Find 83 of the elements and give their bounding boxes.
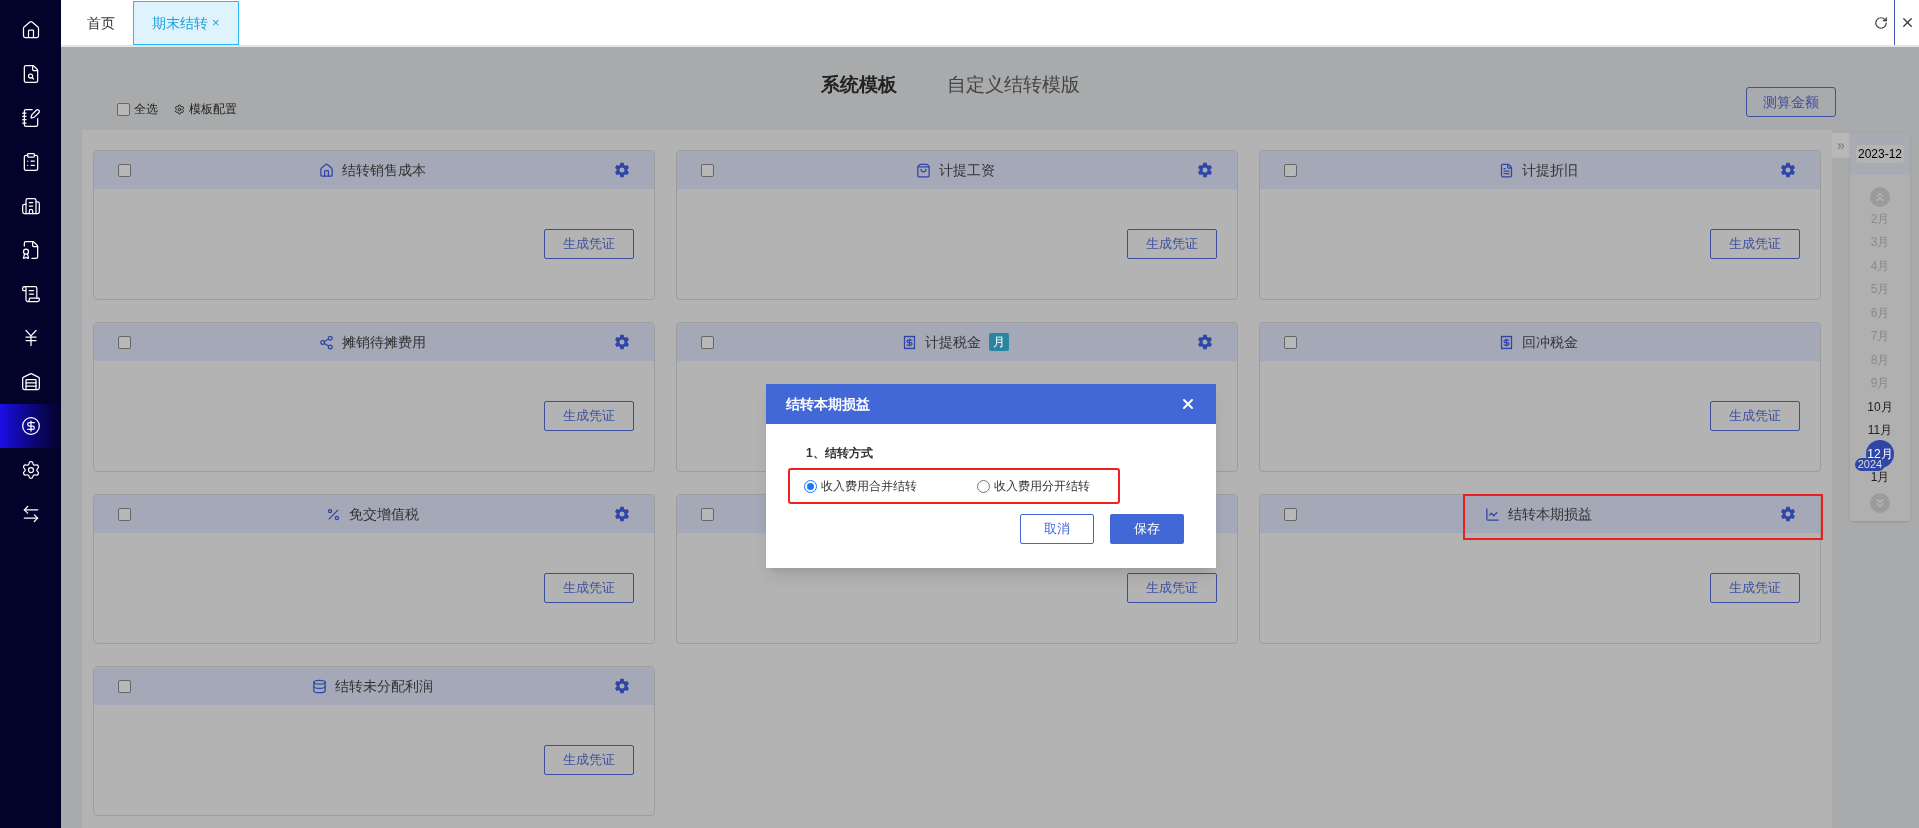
checkbox[interactable] <box>701 335 714 349</box>
coin-stack-icon <box>312 678 327 694</box>
checkbox[interactable] <box>118 507 131 521</box>
save-button[interactable]: 保存 <box>1110 514 1184 544</box>
house-icon <box>319 162 334 178</box>
checkbox[interactable] <box>1284 163 1297 177</box>
settings-icon[interactable] <box>614 162 630 178</box>
card-title: 摊销待摊费用 <box>342 332 426 352</box>
card-title: 结转本期损益 <box>1508 504 1592 524</box>
month-item[interactable]: 10月 <box>1867 397 1893 416</box>
settings-icon[interactable] <box>1780 506 1796 522</box>
generate-voucher-button[interactable]: 生成凭证 <box>544 745 634 775</box>
refresh-icon <box>1874 15 1888 30</box>
radio-option[interactable]: 收入费用分开结转 <box>977 477 1090 495</box>
settings-icon[interactable] <box>614 334 630 350</box>
card-title: 计提折旧 <box>1522 160 1578 180</box>
settings-icon <box>174 103 185 115</box>
month-tag: 月 <box>989 333 1009 351</box>
card-title: 结转销售成本 <box>342 160 426 180</box>
card-title: 结转未分配利润 <box>335 676 433 696</box>
select-all-label: 全选 <box>134 101 158 118</box>
checkbox[interactable] <box>701 163 714 177</box>
generate-voucher-button[interactable]: 生成凭证 <box>544 401 634 431</box>
card-title: 计提税金 <box>925 332 981 352</box>
checkbox[interactable] <box>701 507 714 521</box>
generate-voucher-button[interactable]: 生成凭证 <box>1710 401 1800 431</box>
checkbox[interactable] <box>1284 507 1297 521</box>
document-icon <box>20 284 41 304</box>
page-tab[interactable]: 期末结转 × <box>133 1 239 45</box>
radio-label: 收入费用合并结转 <box>821 478 917 495</box>
month-item[interactable]: 1月 <box>1870 468 1890 487</box>
current-period: 2023-12 <box>1855 145 1904 163</box>
notebook-icon <box>20 108 41 128</box>
share-icon <box>319 334 334 350</box>
building-icon <box>20 196 41 216</box>
generate-voucher-button[interactable]: 生成凭证 <box>544 229 634 259</box>
receipt-icon <box>1499 334 1514 350</box>
cancel-button[interactable]: 取消 <box>1020 514 1094 544</box>
generate-voucher-button[interactable]: 生成凭证 <box>1127 573 1217 603</box>
tab-close[interactable]: × <box>212 13 220 33</box>
generate-voucher-button[interactable]: 生成凭证 <box>1710 229 1800 259</box>
tab-label: 首页 <box>87 13 115 33</box>
radio-option[interactable]: 收入费用合并结转 <box>804 477 917 495</box>
page-tab[interactable]: 首页 <box>69 1 133 45</box>
radio-label: 收入费用分开结转 <box>994 478 1090 495</box>
chart-icon <box>1485 506 1500 522</box>
settings-icon <box>20 460 41 480</box>
section-label: 1、结转方式 <box>806 445 874 462</box>
card-title: 回冲税金 <box>1522 332 1578 352</box>
percent-icon <box>326 506 341 522</box>
checkbox[interactable] <box>118 163 131 177</box>
sidebar-item[interactable] <box>0 404 61 448</box>
home-icon <box>20 20 41 40</box>
template-tab[interactable]: 自定义结转模版 <box>947 71 1080 100</box>
calculate-button[interactable]: 测算金额 <box>1746 87 1836 117</box>
settings-icon[interactable] <box>614 678 630 694</box>
chevron-down-icon <box>1873 496 1887 510</box>
card-title: 免交增值税 <box>349 504 419 524</box>
generate-voucher-button[interactable]: 生成凭证 <box>1127 229 1217 259</box>
receipt-icon <box>902 334 917 350</box>
settings-icon[interactable] <box>1780 162 1796 178</box>
checkbox[interactable] <box>118 679 131 693</box>
dialog-title: 结转本期损益 <box>786 394 870 414</box>
settings-icon[interactable] <box>1197 334 1213 350</box>
settings-icon[interactable] <box>1197 162 1213 178</box>
warehouse-icon <box>20 372 41 392</box>
generate-voucher-button[interactable]: 生成凭证 <box>544 573 634 603</box>
tab-label: 期末结转 <box>152 13 208 33</box>
checkbox[interactable] <box>1284 335 1297 349</box>
card-title: 计提工资 <box>939 160 995 180</box>
month-item[interactable]: 11月 <box>1867 421 1893 440</box>
template-tab[interactable]: 系统模板 <box>821 71 897 100</box>
checkbox[interactable] <box>118 335 131 349</box>
close-icon[interactable] <box>1180 396 1196 412</box>
expand-button[interactable]: » <box>1832 133 1850 158</box>
document-icon <box>1499 162 1514 178</box>
document-badge-icon <box>20 240 41 260</box>
template-config-link[interactable]: 模板配置 <box>174 100 237 118</box>
generate-voucher-button[interactable]: 生成凭证 <box>1710 573 1800 603</box>
checkbox[interactable] <box>117 102 130 116</box>
settings-icon[interactable] <box>614 506 630 522</box>
chevron-up-icon <box>1873 190 1887 204</box>
bag-icon <box>916 162 931 178</box>
